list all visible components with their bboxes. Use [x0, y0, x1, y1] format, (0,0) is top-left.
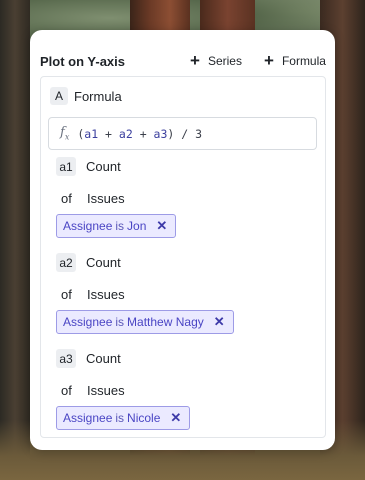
variable-badge: a1: [56, 157, 76, 176]
entity-selector[interactable]: Issues: [87, 383, 125, 398]
filter-field: Assignee: [63, 411, 113, 425]
aggregation-selector[interactable]: Count: [86, 255, 121, 270]
variable-badge: a2: [56, 253, 76, 272]
formula-token: +: [98, 126, 119, 141]
formula-card-title: Formula: [74, 88, 122, 104]
entity-selector[interactable]: Issues: [87, 191, 125, 206]
formula-token: ) / 3: [167, 126, 203, 141]
formula-expression: (a1 + a2 + a3) / 3: [77, 127, 202, 141]
filter-chip[interactable]: Assignee is Jon ✕: [56, 214, 177, 238]
aggregation-selector[interactable]: Count: [86, 159, 121, 174]
filter-field: Assignee: [63, 315, 113, 329]
formula-expression-input[interactable]: fx (a1 + a2 + a3) / 3: [48, 117, 317, 150]
aggregation-selector[interactable]: Count: [86, 351, 121, 366]
of-label: of: [61, 383, 72, 398]
plus-icon: +: [264, 51, 274, 70]
variable-block-a3: a3 Count of Issues Assignee is Nicole ✕: [56, 349, 316, 439]
add-series-button[interactable]: + Series: [190, 52, 242, 69]
filter-value: Jon: [127, 219, 147, 233]
variable-block-a1: a1 Count of Issues Assignee is Jon ✕: [56, 157, 316, 247]
filter-operator: is: [115, 219, 125, 233]
add-formula-button[interactable]: + Formula: [264, 52, 326, 69]
close-icon[interactable]: ✕: [170, 410, 181, 426]
filter-value: Matthew Nagy: [127, 315, 204, 329]
filter-operator: is: [115, 315, 125, 329]
formula-token: a1: [84, 126, 99, 141]
panel-header: Plot on Y-axis + Series + Formula: [40, 51, 327, 71]
close-icon[interactable]: ✕: [214, 314, 225, 330]
filter-chip[interactable]: Assignee is Nicole ✕: [56, 406, 191, 430]
formula-card-header: A Formula: [50, 87, 122, 105]
tree-trunk: [0, 0, 30, 480]
formula-letter-badge: A: [50, 87, 68, 105]
of-label: of: [61, 287, 72, 302]
variable-block-a2: a2 Count of Issues Assignee is Matthew N…: [56, 253, 316, 343]
filter-value: Nicole: [127, 411, 161, 425]
add-series-label: Series: [207, 53, 242, 68]
variable-badge: a3: [56, 349, 76, 368]
function-icon: fx: [60, 125, 70, 142]
filter-chip[interactable]: Assignee is Matthew Nagy ✕: [56, 310, 234, 334]
of-label: of: [61, 191, 72, 206]
formula-card: A Formula fx (a1 + a2 + a3) / 3 a1 Count…: [40, 76, 326, 438]
formula-token: a3: [153, 126, 168, 141]
plot-y-axis-panel: Plot on Y-axis + Series + Formula A Form…: [30, 30, 335, 450]
formula-token: +: [132, 126, 154, 141]
panel-title: Plot on Y-axis: [40, 53, 126, 69]
formula-token: a2: [118, 126, 133, 141]
close-icon[interactable]: ✕: [156, 218, 167, 234]
filter-operator: is: [115, 411, 125, 425]
plus-icon: +: [190, 51, 200, 70]
add-formula-label: Formula: [281, 53, 326, 68]
filter-field: Assignee: [63, 219, 113, 233]
entity-selector[interactable]: Issues: [87, 287, 125, 302]
